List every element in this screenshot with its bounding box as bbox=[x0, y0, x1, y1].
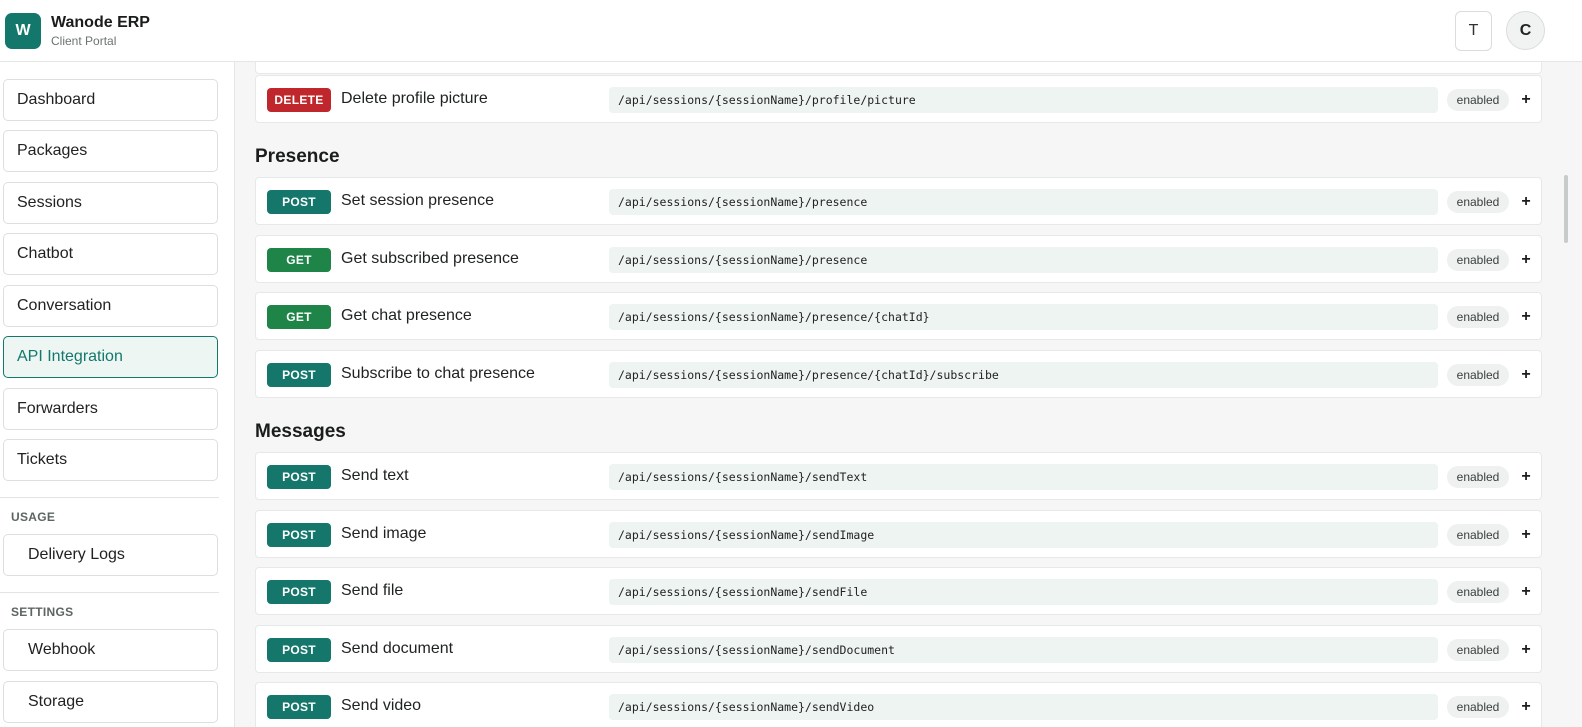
sidebar-item-storage[interactable]: Storage bbox=[3, 681, 218, 723]
sidebar-item-webhook[interactable]: Webhook bbox=[3, 629, 218, 671]
status-badge: enabled bbox=[1447, 524, 1509, 546]
endpoint-path: /api/sessions/{sessionName}/profile/pict… bbox=[609, 87, 1438, 113]
logo-letter: W bbox=[15, 22, 31, 39]
endpoint-title: Send document bbox=[341, 640, 454, 657]
expand-plus-button[interactable]: + bbox=[1518, 247, 1534, 273]
endpoint-path: /api/sessions/{sessionName}/sendVideo bbox=[609, 694, 1438, 720]
endpoint-row[interactable]: GET Get subscribed presence /api/session… bbox=[255, 235, 1542, 283]
top-bar: W Wanode ERP Client Portal T C bbox=[0, 0, 1582, 62]
sidebar-item-packages[interactable]: Packages bbox=[3, 130, 218, 172]
expand-plus-button[interactable]: + bbox=[1518, 87, 1534, 113]
method-badge: POST bbox=[267, 580, 331, 604]
method-badge: POST bbox=[267, 465, 331, 489]
expand-plus-button[interactable]: + bbox=[1518, 189, 1534, 215]
endpoint-title: Send file bbox=[341, 582, 404, 599]
expand-plus-button[interactable]: + bbox=[1518, 694, 1534, 720]
endpoint-title: Send image bbox=[341, 525, 427, 542]
endpoint-row[interactable]: POST Send image /api/sessions/{sessionNa… bbox=[255, 510, 1542, 558]
expand-plus-button[interactable]: + bbox=[1518, 579, 1534, 605]
theme-toggle-button[interactable]: T bbox=[1455, 11, 1492, 51]
endpoint-row[interactable]: POST Send text /api/sessions/{sessionNam… bbox=[255, 452, 1542, 500]
status-badge: enabled bbox=[1447, 364, 1509, 386]
sidebar-divider bbox=[0, 592, 219, 593]
settings-section-label: SETTINGS bbox=[11, 605, 74, 619]
endpoint-path: /api/sessions/{sessionName}/sendImage bbox=[609, 522, 1438, 548]
status-badge: enabled bbox=[1447, 89, 1509, 111]
expand-plus-button[interactable]: + bbox=[1518, 522, 1534, 548]
scrollbar-track[interactable] bbox=[1562, 62, 1582, 727]
endpoint-path: /api/sessions/{sessionName}/presence/{ch… bbox=[609, 362, 1438, 388]
method-badge: POST bbox=[267, 523, 331, 547]
method-badge: DELETE bbox=[267, 88, 331, 112]
sidebar-item-forwarders[interactable]: Forwarders bbox=[3, 388, 218, 430]
method-badge: POST bbox=[267, 190, 331, 214]
endpoint-title: Get subscribed presence bbox=[341, 250, 519, 267]
endpoint-row[interactable]: POST Subscribe to chat presence /api/ses… bbox=[255, 350, 1542, 398]
endpoint-path: /api/sessions/{sessionName}/sendText bbox=[609, 464, 1438, 490]
method-badge: GET bbox=[267, 248, 331, 272]
user-avatar[interactable]: C bbox=[1506, 11, 1545, 50]
sidebar-item-tickets[interactable]: Tickets bbox=[3, 439, 218, 481]
status-badge: enabled bbox=[1447, 306, 1509, 328]
endpoint-list: DELETE Delete profile picture /api/sessi… bbox=[235, 62, 1582, 727]
endpoint-row[interactable]: DELETE Delete profile picture /api/sessi… bbox=[255, 75, 1542, 123]
method-badge: POST bbox=[267, 363, 331, 387]
endpoint-title: Send text bbox=[341, 467, 409, 484]
method-badge: POST bbox=[267, 695, 331, 719]
expand-plus-button[interactable]: + bbox=[1518, 304, 1534, 330]
status-badge: enabled bbox=[1447, 696, 1509, 718]
endpoint-title: Subscribe to chat presence bbox=[341, 365, 535, 382]
endpoint-title: Set session presence bbox=[341, 192, 494, 209]
method-badge: POST bbox=[267, 638, 331, 662]
sidebar: Dashboard Packages Sessions Chatbot Conv… bbox=[0, 62, 235, 727]
group-title-presence: Presence bbox=[255, 146, 340, 167]
status-badge: enabled bbox=[1447, 639, 1509, 661]
expand-plus-button[interactable]: + bbox=[1518, 362, 1534, 388]
endpoint-title: Send video bbox=[341, 697, 422, 714]
sidebar-item-delivery-logs[interactable]: Delivery Logs bbox=[3, 534, 218, 576]
sidebar-item-sessions[interactable]: Sessions bbox=[3, 182, 218, 224]
endpoint-row[interactable]: POST Send video /api/sessions/{sessionNa… bbox=[255, 682, 1542, 727]
endpoint-path: /api/sessions/{sessionName}/presence bbox=[609, 189, 1438, 215]
endpoint-title: Get chat presence bbox=[341, 307, 472, 324]
endpoint-row[interactable]: POST Send file /api/sessions/{sessionNam… bbox=[255, 567, 1542, 615]
expand-plus-button[interactable]: + bbox=[1518, 637, 1534, 663]
app-logo[interactable]: W bbox=[5, 13, 41, 49]
expand-plus-button[interactable]: + bbox=[1518, 464, 1534, 490]
status-badge: enabled bbox=[1447, 191, 1509, 213]
sidebar-item-dashboard[interactable]: Dashboard bbox=[3, 79, 218, 121]
endpoint-path: /api/sessions/{sessionName}/sendFile bbox=[609, 579, 1438, 605]
sidebar-item-api-integration[interactable]: API Integration bbox=[3, 336, 218, 378]
endpoint-row-partial bbox=[255, 62, 1542, 74]
endpoint-title: Delete profile picture bbox=[341, 90, 488, 107]
status-badge: enabled bbox=[1447, 581, 1509, 603]
app-name: Wanode ERP bbox=[51, 14, 150, 31]
status-badge: enabled bbox=[1447, 466, 1509, 488]
status-badge: enabled bbox=[1447, 249, 1509, 271]
endpoint-row[interactable]: GET Get chat presence /api/sessions/{ses… bbox=[255, 292, 1542, 340]
endpoint-path: /api/sessions/{sessionName}/presence/{ch… bbox=[609, 304, 1438, 330]
group-title-messages: Messages bbox=[255, 421, 346, 442]
usage-section-label: USAGE bbox=[11, 510, 56, 524]
app-subtitle: Client Portal bbox=[51, 34, 117, 48]
endpoint-row[interactable]: POST Set session presence /api/sessions/… bbox=[255, 177, 1542, 225]
endpoint-path: /api/sessions/{sessionName}/presence bbox=[609, 247, 1438, 273]
scrollbar-thumb[interactable] bbox=[1564, 175, 1568, 243]
sidebar-item-chatbot[interactable]: Chatbot bbox=[3, 233, 218, 275]
method-badge: GET bbox=[267, 305, 331, 329]
endpoint-path: /api/sessions/{sessionName}/sendDocument bbox=[609, 637, 1438, 663]
sidebar-divider bbox=[0, 497, 219, 498]
sidebar-item-conversation[interactable]: Conversation bbox=[3, 285, 218, 327]
endpoint-row[interactable]: POST Send document /api/sessions/{sessio… bbox=[255, 625, 1542, 673]
